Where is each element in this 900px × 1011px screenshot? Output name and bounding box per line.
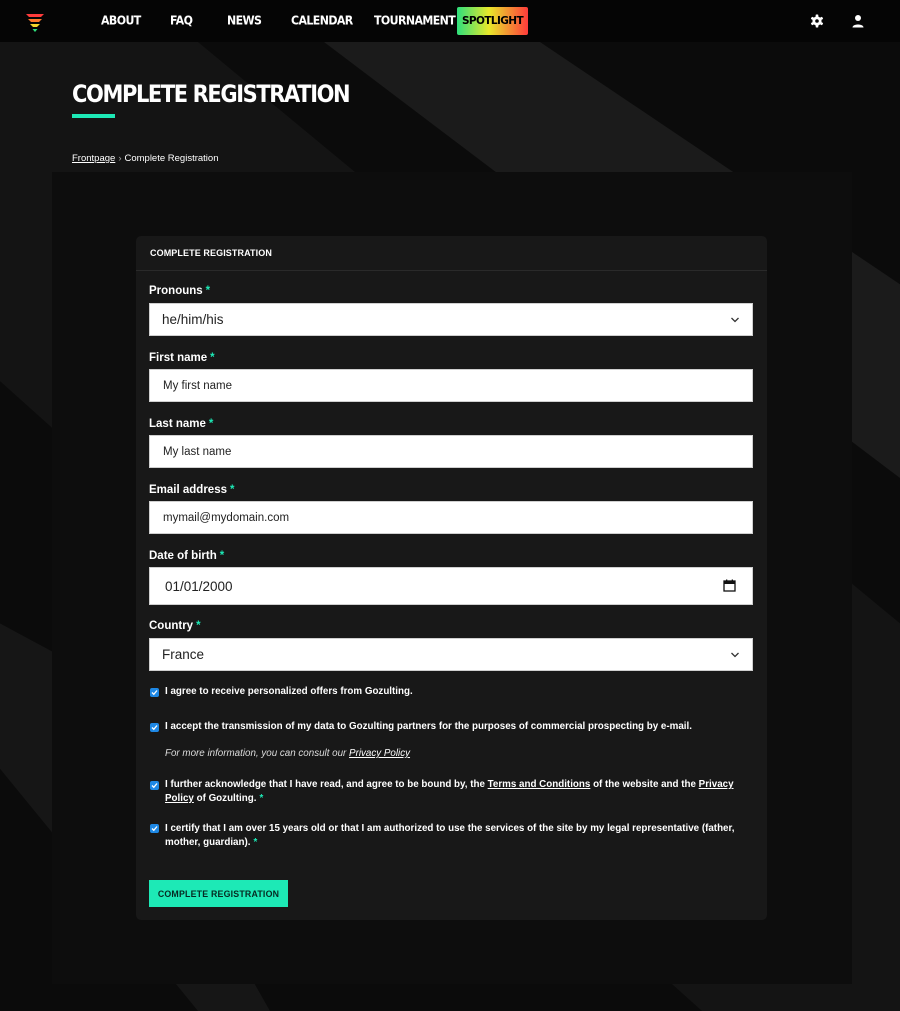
terms-checkbox[interactable] (150, 781, 159, 790)
age-checkbox-label: I certify that I am over 15 years old or… (165, 822, 750, 850)
country-value: France (162, 647, 205, 662)
terms-text-3: of Gozulting. (193, 793, 257, 804)
required-mark: * (210, 352, 215, 364)
card-header: COMPLETE REGISTRATION (136, 236, 767, 271)
pronouns-select[interactable]: he/him/his (149, 303, 753, 336)
chevron-down-icon (731, 652, 739, 658)
calendar-icon[interactable] (723, 579, 736, 592)
privacy-info-text: For more information, you can consult ou… (165, 748, 410, 759)
pronouns-value: he/him/his (162, 312, 224, 327)
check-icon (151, 725, 158, 731)
nav-tournament[interactable]: TOURNAMENT (374, 13, 456, 27)
email-label: Email address * (149, 484, 234, 496)
required-mark: * (208, 418, 214, 430)
offers-checkbox[interactable] (150, 688, 159, 697)
title-underline (72, 114, 115, 118)
terms-text-2: of the website and the (590, 779, 699, 790)
dob-label-text: Date of birth (149, 550, 217, 562)
breadcrumb-separator: › (118, 153, 122, 164)
top-navbar: ABOUT FAQ NEWS CALENDAR TOURNAMENT SPOTL… (0, 0, 900, 42)
email-label-text: Email address (149, 484, 227, 496)
page-title: COMPLETE REGISTRATION (72, 80, 351, 108)
offers-checkbox-label: I agree to receive personalized offers f… (165, 686, 413, 697)
nav-faq[interactable]: FAQ (170, 13, 193, 27)
dob-label: Date of birth * (149, 550, 224, 562)
email-input[interactable]: mymail@mydomain.com (149, 501, 753, 534)
required-mark: * (253, 837, 258, 848)
first-name-label: First name * (149, 352, 215, 364)
country-label-text: Country (149, 620, 194, 632)
required-mark: * (219, 550, 225, 562)
first-name-placeholder: My first name (163, 379, 233, 392)
partners-checkbox[interactable] (150, 723, 159, 732)
check-icon (151, 783, 158, 789)
privacy-policy-link[interactable]: Privacy Policy (349, 748, 410, 759)
first-name-input[interactable]: My first name (149, 369, 753, 402)
age-text: I certify that I am over 15 years old or… (165, 823, 735, 848)
pronouns-label-text: Pronouns (149, 285, 203, 297)
breadcrumb: Frontpage › Complete Registration (72, 153, 218, 164)
privacy-info-prefix: For more information, you can consult ou… (165, 748, 350, 759)
email-placeholder: mymail@mydomain.com (163, 511, 290, 524)
brand-logo[interactable] (25, 11, 45, 33)
required-mark: * (205, 285, 211, 297)
nav-about[interactable]: ABOUT (101, 13, 141, 27)
dob-input[interactable]: 01/01/2000 (149, 567, 753, 605)
check-icon (151, 690, 158, 696)
required-mark: * (196, 620, 201, 632)
check-icon (151, 826, 158, 832)
gear-icon[interactable] (809, 13, 825, 29)
terms-checkbox-label: I further acknowledge that I have read, … (165, 778, 750, 806)
chevron-down-icon (731, 317, 739, 323)
partners-checkbox-label: I accept the transmission of my data to … (165, 721, 692, 732)
required-mark: * (229, 484, 235, 496)
user-icon[interactable] (850, 13, 866, 29)
terms-text-1: I further acknowledge that I have read, … (165, 779, 488, 790)
last-name-label-text: Last name (149, 418, 206, 430)
country-label: Country * (149, 620, 201, 632)
card-header-title: COMPLETE REGISTRATION (150, 248, 272, 258)
age-checkbox[interactable] (150, 824, 159, 833)
first-name-label-text: First name (149, 352, 208, 364)
breadcrumb-current: Complete Registration (124, 153, 219, 164)
terms-link[interactable]: Terms and Conditions (488, 779, 591, 790)
last-name-placeholder: My last name (163, 445, 232, 458)
dob-value: 01/01/2000 (165, 578, 233, 594)
pronouns-label: Pronouns * (149, 285, 210, 297)
breadcrumb-home-link[interactable]: Frontpage (72, 153, 115, 164)
nav-spotlight[interactable]: SPOTLIGHT (457, 7, 528, 35)
nav-news[interactable]: NEWS (227, 13, 262, 27)
required-mark: * (259, 793, 264, 804)
complete-registration-button[interactable]: COMPLETE REGISTRATION (149, 880, 288, 907)
registration-card: COMPLETE REGISTRATION Pronouns * he/him/h… (136, 236, 767, 920)
last-name-label: Last name * (149, 418, 213, 430)
nav-calendar[interactable]: CALENDAR (291, 13, 353, 27)
country-select[interactable]: France (149, 638, 753, 671)
last-name-input[interactable]: My last name (149, 435, 753, 468)
